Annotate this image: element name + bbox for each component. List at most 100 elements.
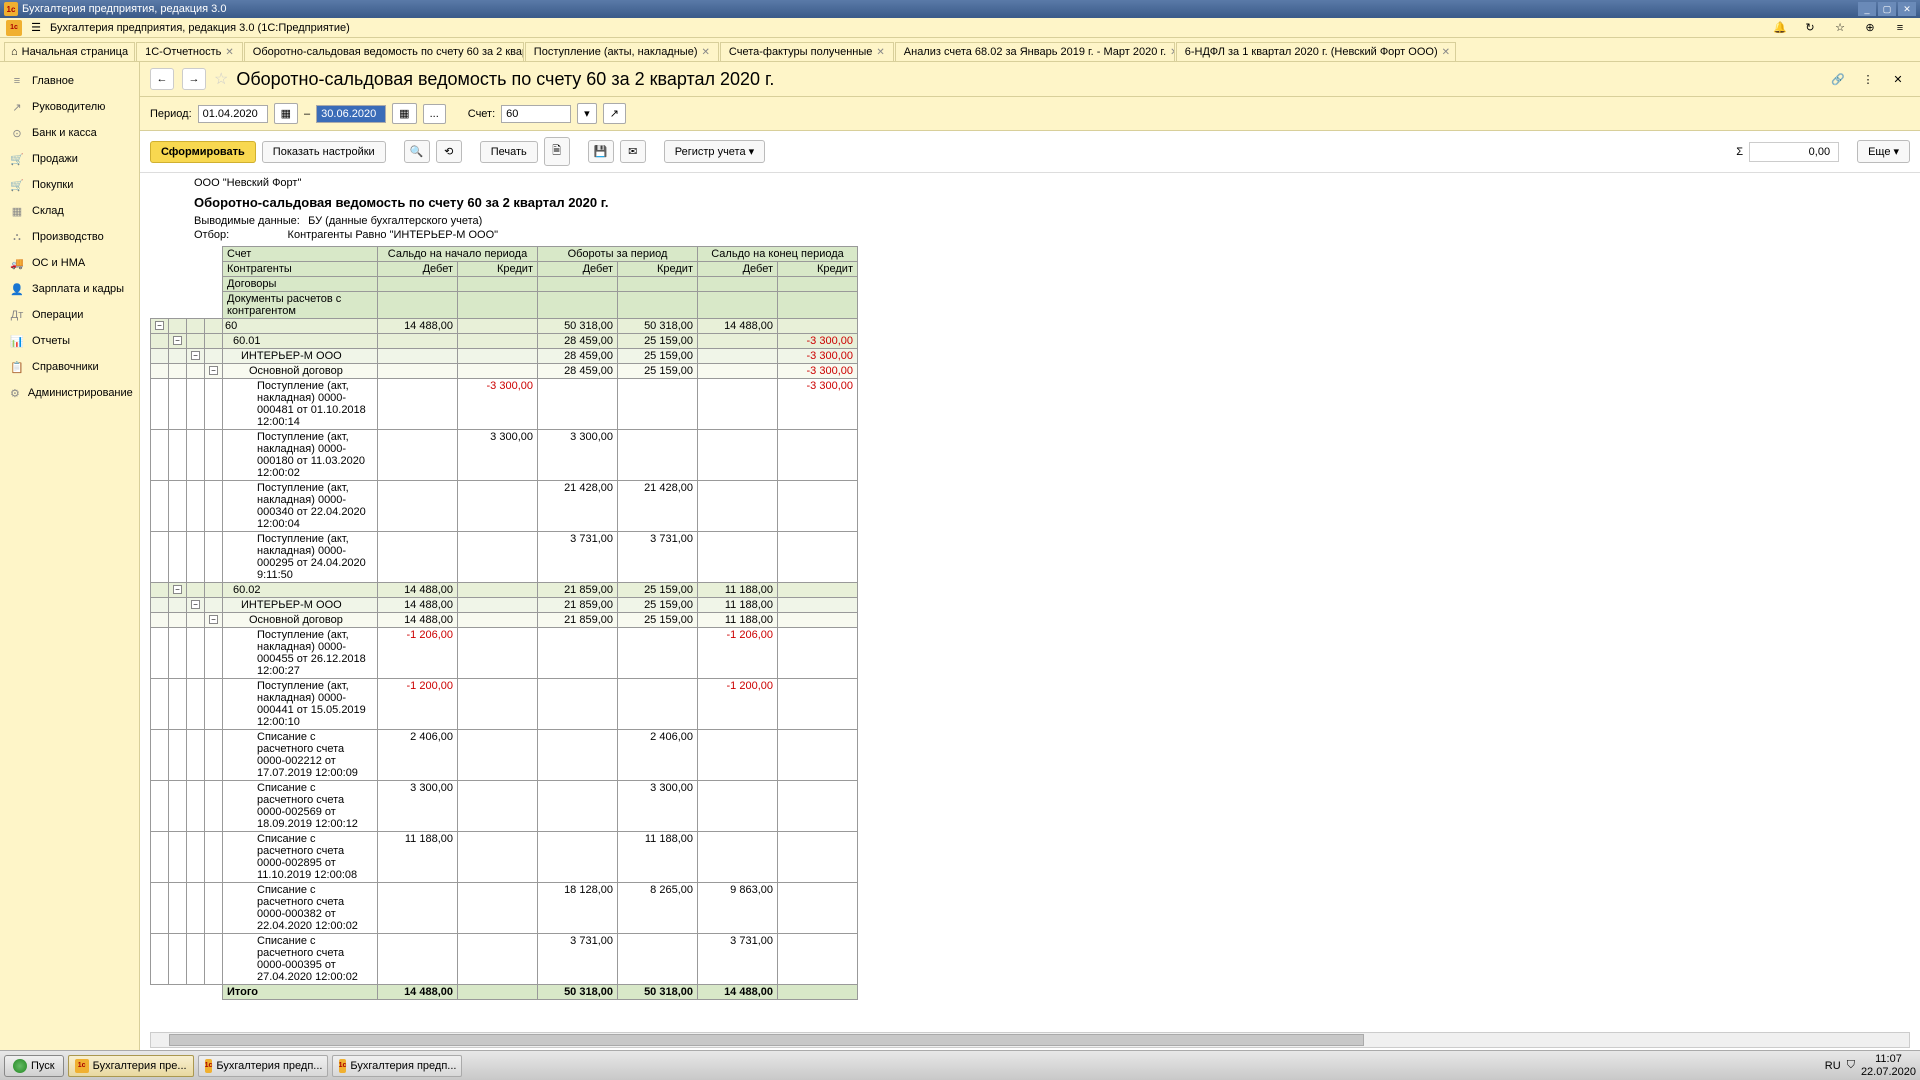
- minimize-button[interactable]: _: [1858, 2, 1876, 16]
- run-report-button[interactable]: Сформировать: [150, 141, 256, 163]
- table-row[interactable]: Поступление (акт, накладная) 0000-000340…: [151, 481, 858, 532]
- tab-label: Счета-фактуры полученные: [729, 46, 873, 58]
- menu-icon[interactable]: ☰: [28, 20, 44, 36]
- taskbar-item-1[interactable]: 1cБухгалтерия предп...: [198, 1055, 328, 1077]
- lang-indicator[interactable]: RU: [1825, 1060, 1841, 1072]
- table-row[interactable]: −Основной договор14 488,0021 859,0025 15…: [151, 613, 858, 628]
- tab-2[interactable]: Оборотно-сальдовая ведомость по счету 60…: [244, 42, 524, 61]
- tab-close-icon[interactable]: ✕: [702, 47, 710, 58]
- tree-toggle[interactable]: −: [173, 585, 182, 594]
- table-row[interactable]: −60.0214 488,0021 859,0025 159,0011 188,…: [151, 583, 858, 598]
- taskbar-app-icon: 1c: [205, 1059, 213, 1073]
- sidebar-icon: ↗: [10, 100, 24, 114]
- show-settings-button[interactable]: Показать настройки: [262, 141, 386, 163]
- star-icon[interactable]: ☆: [1832, 20, 1848, 36]
- date-to-input[interactable]: [316, 105, 386, 123]
- table-row[interactable]: −ИНТЕРЬЕР-М ООО14 488,0021 859,0025 159,…: [151, 598, 858, 613]
- more-button[interactable]: Еще ▾: [1857, 140, 1910, 163]
- tab-4[interactable]: Счета-фактуры полученные✕: [720, 42, 894, 61]
- tray-icon[interactable]: ⛉: [1847, 1059, 1855, 1072]
- tab-5[interactable]: Анализ счета 68.02 за Январь 2019 г. - М…: [895, 42, 1175, 61]
- tab-close-icon[interactable]: ✕: [1170, 47, 1175, 58]
- sidebar-item-12[interactable]: ⚙Администрирование: [0, 380, 139, 406]
- taskbar-item-2[interactable]: 1cБухгалтерия предп...: [332, 1055, 462, 1077]
- table-row[interactable]: Списание с расчетного счета 0000-000395 …: [151, 934, 858, 985]
- clock[interactable]: 11:07 22.07.2020: [1861, 1053, 1916, 1077]
- link-icon[interactable]: 🔗: [1826, 68, 1850, 90]
- table-row[interactable]: Списание с расчетного счета 0000-000382 …: [151, 883, 858, 934]
- support-icon[interactable]: ⊕: [1862, 20, 1878, 36]
- sidebar-item-11[interactable]: 📋Справочники: [0, 354, 139, 380]
- table-row[interactable]: −6014 488,0050 318,0050 318,0014 488,00: [151, 319, 858, 334]
- print-button[interactable]: Печать: [480, 141, 538, 163]
- table-row[interactable]: Поступление (акт, накладная) 0000-000295…: [151, 532, 858, 583]
- sidebar-item-4[interactable]: 🛒Покупки: [0, 172, 139, 198]
- table-row[interactable]: Поступление (акт, накладная) 0000-000481…: [151, 379, 858, 430]
- tab-close-icon[interactable]: ✕: [225, 47, 233, 58]
- period-select-button[interactable]: ...: [423, 104, 446, 124]
- sidebar-item-1[interactable]: ↗Руководителю: [0, 94, 139, 120]
- sidebar-item-0[interactable]: ≡Главное: [0, 68, 139, 94]
- more-icon[interactable]: ⋮: [1856, 68, 1880, 90]
- sidebar-item-5[interactable]: ▦Склад: [0, 198, 139, 224]
- table-row[interactable]: −ИНТЕРЬЕР-М ООО28 459,0025 159,00-3 300,…: [151, 349, 858, 364]
- table-row[interactable]: Списание с расчетного счета 0000-002895 …: [151, 832, 858, 883]
- search-icon[interactable]: 🔍: [404, 140, 430, 163]
- tab-0[interactable]: ⌂Начальная страница: [4, 42, 135, 61]
- table-row[interactable]: −60.0128 459,0025 159,00-3 300,00: [151, 334, 858, 349]
- history-icon[interactable]: ↻: [1802, 20, 1818, 36]
- sidebar-item-2[interactable]: ⊙Банк и касса: [0, 120, 139, 146]
- table-row[interactable]: Списание с расчетного счета 0000-002569 …: [151, 781, 858, 832]
- sidebar-item-3[interactable]: 🛒Продажи: [0, 146, 139, 172]
- forward-button[interactable]: →: [182, 68, 206, 90]
- tab-1[interactable]: 1С-Отчетность✕: [136, 42, 243, 61]
- maximize-button[interactable]: ▢: [1878, 2, 1896, 16]
- tree-toggle[interactable]: −: [209, 615, 218, 624]
- tree-toggle[interactable]: −: [155, 321, 164, 330]
- save-icon[interactable]: 💾: [588, 140, 614, 163]
- close-window-button[interactable]: ✕: [1898, 2, 1916, 16]
- app-toolbar: 1c ☰ Бухгалтерия предприятия, редакция 3…: [0, 18, 1920, 38]
- table-row[interactable]: Поступление (акт, накладная) 0000-000455…: [151, 628, 858, 679]
- table-row[interactable]: Поступление (акт, накладная) 0000-000441…: [151, 679, 858, 730]
- sidebar-icon: 🛒: [10, 178, 24, 192]
- tree-toggle[interactable]: −: [191, 600, 200, 609]
- tab-3[interactable]: Поступление (акты, накладные)✕: [525, 42, 719, 61]
- bell-icon[interactable]: 🔔: [1772, 20, 1788, 36]
- tab-close-icon[interactable]: ✕: [1442, 47, 1450, 58]
- back-button[interactable]: ←: [150, 68, 174, 90]
- print-preview-icon[interactable]: 🗎: [544, 137, 570, 166]
- refresh-icon[interactable]: ⟲: [436, 140, 462, 163]
- tab-6[interactable]: 6-НДФЛ за 1 квартал 2020 г. (Невский Фор…: [1176, 42, 1456, 61]
- table-row[interactable]: −Основной договор28 459,0025 159,00-3 30…: [151, 364, 858, 379]
- date-from-picker-icon[interactable]: ▦: [274, 103, 298, 124]
- sidebar-item-9[interactable]: ДтОперации: [0, 302, 139, 328]
- tree-toggle[interactable]: −: [191, 351, 200, 360]
- table-row[interactable]: Списание с расчетного счета 0000-002212 …: [151, 730, 858, 781]
- sidebar-label: Главное: [32, 75, 74, 87]
- sidebar-item-6[interactable]: ⛬Производство: [0, 224, 139, 250]
- date-from-input[interactable]: [198, 105, 268, 123]
- table-row[interactable]: Поступление (акт, накладная) 0000-000180…: [151, 430, 858, 481]
- email-icon[interactable]: ✉: [620, 140, 646, 163]
- sidebar-item-8[interactable]: 👤Зарплата и кадры: [0, 276, 139, 302]
- account-dropdown-icon[interactable]: ▾: [577, 103, 597, 124]
- tree-toggle[interactable]: −: [173, 336, 182, 345]
- menu2-icon[interactable]: ≡: [1892, 20, 1908, 36]
- account-input[interactable]: [501, 105, 571, 123]
- horizontal-scrollbar[interactable]: [150, 1032, 1910, 1048]
- date-to-picker-icon[interactable]: ▦: [392, 103, 416, 124]
- favorite-icon[interactable]: ☆: [214, 69, 228, 89]
- total-row: Итого14 488,0050 318,0050 318,0014 488,0…: [151, 985, 858, 1000]
- sidebar-item-10[interactable]: 📊Отчеты: [0, 328, 139, 354]
- register-button[interactable]: Регистр учета ▾: [664, 140, 765, 163]
- close-page-button[interactable]: ✕: [1886, 68, 1910, 90]
- sidebar-label: Банк и касса: [32, 127, 97, 139]
- sidebar-item-7[interactable]: 🚚ОС и НМА: [0, 250, 139, 276]
- tab-close-icon[interactable]: ✕: [876, 47, 884, 58]
- tree-toggle[interactable]: −: [209, 366, 218, 375]
- taskbar-item-0[interactable]: 1cБухгалтерия пре...: [68, 1055, 194, 1077]
- sidebar-label: Зарплата и кадры: [32, 283, 124, 295]
- start-button[interactable]: Пуск: [4, 1055, 64, 1077]
- account-open-icon[interactable]: ↗: [603, 103, 626, 124]
